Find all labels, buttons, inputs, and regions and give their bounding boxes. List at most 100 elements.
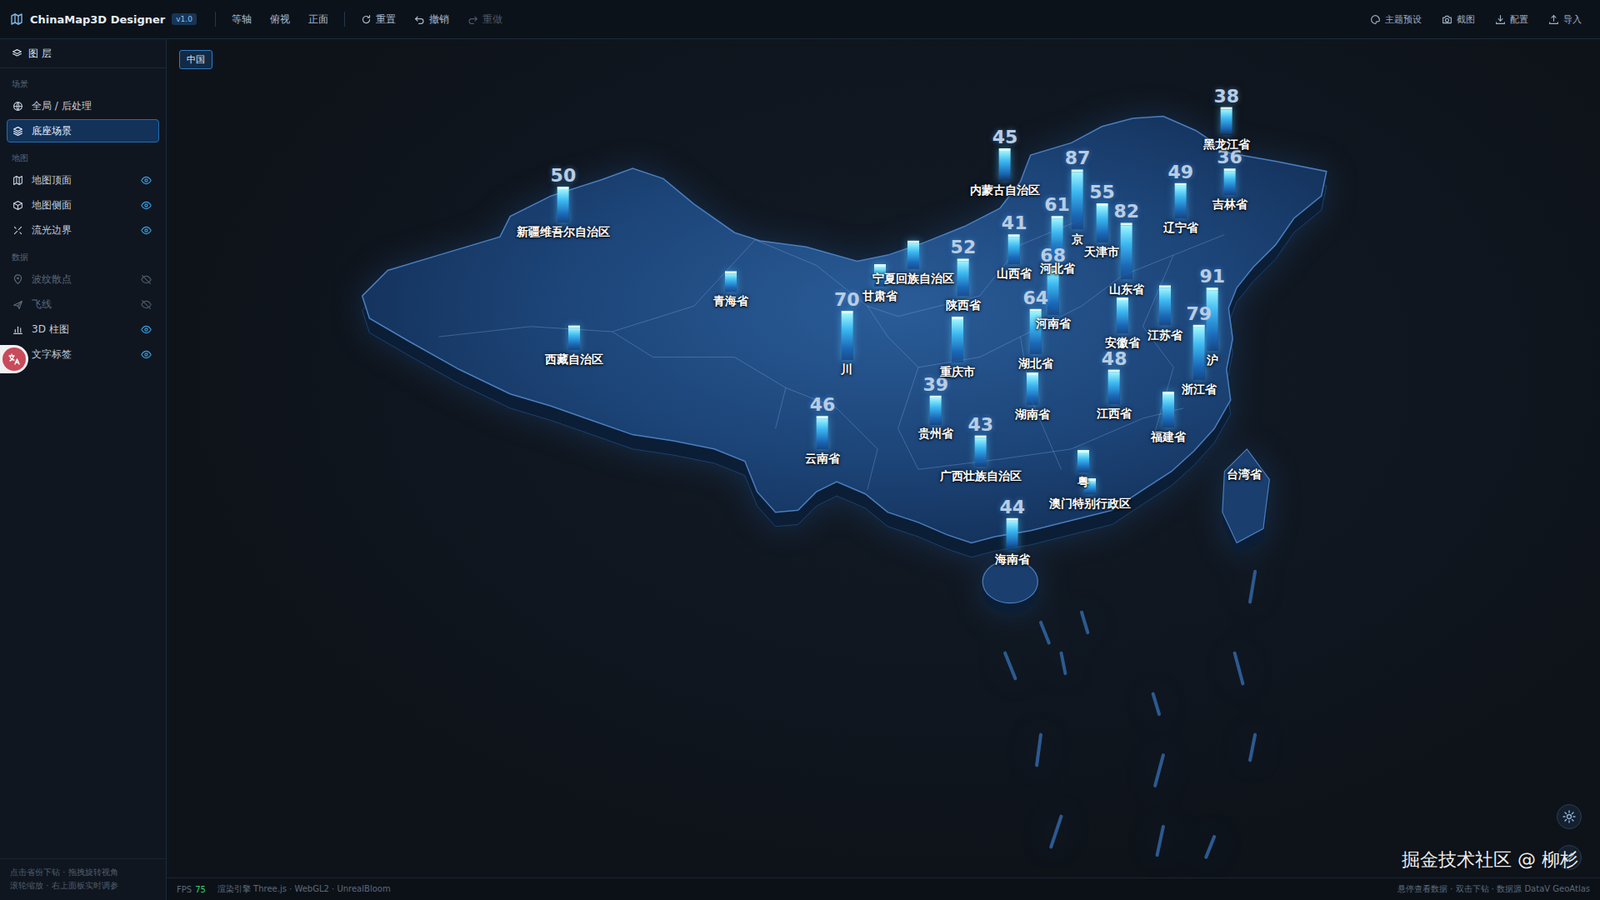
sidebar-item[interactable]: 文字标签 [6,342,160,366]
province-bar[interactable]: 39 [923,375,950,425]
breadcrumb-item[interactable]: 中国 [179,50,213,70]
province-label[interactable]: 福建省 [1150,430,1186,445]
province-label[interactable]: 山西省 [996,266,1032,281]
map-top[interactable] [362,116,1327,544]
province-label[interactable]: 黑龙江省 [1203,136,1250,151]
province-bar[interactable]: 55 [1089,183,1115,243]
sidebar-item[interactable]: 底座场景 [6,119,160,143]
fps-counter: FPS75 [176,885,206,895]
province-bar[interactable]: 38 [1214,86,1240,135]
translate-badge[interactable] [0,345,29,374]
view-button[interactable]: 等轴 [224,9,260,30]
province-label[interactable]: 湖南省 [1015,407,1050,422]
china-map[interactable] [166,39,1600,878]
province-label[interactable]: 山东省 [1109,281,1145,296]
layer-section: 数据波纹散点飞线3D 柱图文字标签 [0,241,166,366]
province-label[interactable]: 河南省 [1035,316,1071,331]
action-button[interactable]: 重做 [460,9,510,30]
province-bar[interactable]: 82 [1114,202,1140,280]
province-label[interactable]: 江苏省 [1147,327,1183,342]
sidebar-item[interactable]: 流光边界 [6,218,160,242]
province-bar[interactable]: 44 [999,498,1025,550]
province-bar[interactable]: 48 [1101,350,1128,405]
province-label[interactable]: 天津市 [1084,245,1120,260]
eye-off-icon[interactable] [140,274,152,285]
hainan-shape[interactable] [982,560,1038,603]
province-bar[interactable]: 49 [1167,163,1194,219]
sidebar-item[interactable]: 地图顶面 [6,168,160,192]
province-bar[interactable]: 43 [967,415,994,466]
province-bar[interactable] [725,271,737,293]
province-label[interactable]: 甘肃省 [862,289,898,304]
province-bar[interactable] [951,316,964,363]
province-bar[interactable]: 87 [1065,149,1091,230]
sidebar-item[interactable]: 飞线 [6,292,160,316]
taiwan-shape[interactable] [1222,449,1270,544]
province-label[interactable]: 澳门特别行政区 [1049,495,1131,510]
map-canvas[interactable]: 中国 50 新疆维吾尔自治区西藏自治区 青海省 甘肃省 宁夏回族自治区 45内蒙古自治区 52… [166,39,1600,878]
eye-icon[interactable] [140,324,152,335]
province-bar[interactable]: 50 [550,166,577,223]
province-label[interactable]: 宁夏回族自治区 [872,271,955,286]
eye-off-icon[interactable] [140,299,152,310]
province-bar[interactable]: 41 [1001,214,1028,265]
province-bar[interactable] [1077,450,1090,473]
province-label[interactable]: 河北省 [1040,261,1075,276]
province-label[interactable]: 内蒙古自治区 [970,182,1040,197]
sidebar-item[interactable]: 地图侧面 [6,193,160,217]
eye-icon[interactable] [140,225,152,236]
sidebar-item[interactable]: 全局 / 后处理 [6,94,160,118]
tool-button[interactable]: 主题预设 [1361,10,1430,30]
province-label[interactable]: 川 [840,362,853,377]
province-bar[interactable]: 36 [1216,148,1243,195]
eye-icon[interactable] [140,200,152,211]
province-bar[interactable] [1026,372,1039,405]
province-label[interactable]: 西藏自治区 [545,352,604,367]
tool-button[interactable]: 导入 [1540,10,1590,30]
view-button[interactable]: 正面 [300,9,336,30]
province-bar[interactable]: 52 [950,239,977,297]
island-mark [1205,836,1215,857]
province-label[interactable]: 新疆维吾尔自治区 [516,225,610,240]
bar-column [951,316,964,363]
layer-icon [12,299,24,310]
eye-icon[interactable] [140,175,152,186]
province-label[interactable]: 台湾省 [1226,467,1262,482]
province-bar[interactable]: 45 [992,128,1019,181]
province-label[interactable]: 青海省 [713,294,749,309]
province-bar[interactable] [568,325,580,350]
province-label[interactable]: 湖北省 [1018,356,1054,371]
province-bar[interactable]: 46 [810,395,836,450]
sidebar-item[interactable]: 3D 柱图 [6,317,160,341]
view-button[interactable]: 俯视 [262,9,298,30]
province-bar[interactable] [1116,297,1129,334]
sidebar-item[interactable]: 波纹散点 [6,267,160,291]
province-label[interactable]: 重庆市 [940,364,975,379]
province-bar[interactable]: 79 [1185,304,1212,380]
province-label[interactable]: 安徽省 [1105,335,1140,350]
province-value: 70 [834,290,860,310]
province-bar[interactable] [1162,391,1175,428]
province-label[interactable]: 广西壮族自治区 [940,468,1022,483]
tool-button[interactable]: 截图 [1433,10,1484,30]
province-label[interactable]: 陕西省 [945,298,981,313]
tool-button[interactable]: 配置 [1486,10,1537,30]
action-button[interactable]: 重置 [353,9,404,30]
eye-icon[interactable] [140,349,152,360]
province-label[interactable]: 海南省 [995,552,1030,567]
province-label[interactable]: 沪 [1206,353,1219,368]
section-label: 数据 [0,241,166,266]
province-bar[interactable] [1159,285,1171,326]
province-label[interactable]: 京 [1071,231,1084,246]
province-label[interactable]: 贵州省 [918,426,954,441]
province-label[interactable]: 粤 [1077,475,1090,490]
province-label[interactable]: 浙江省 [1181,381,1217,396]
settings-button[interactable] [1556,804,1582,830]
province-bar[interactable] [907,240,920,270]
action-button[interactable]: 撤销 [406,9,457,30]
province-label[interactable]: 吉林省 [1212,196,1248,211]
province-label[interactable]: 江西省 [1096,406,1132,421]
province-bar[interactable]: 70 [834,290,860,360]
province-label[interactable]: 辽宁省 [1163,220,1199,235]
province-label[interactable]: 云南省 [805,450,840,465]
